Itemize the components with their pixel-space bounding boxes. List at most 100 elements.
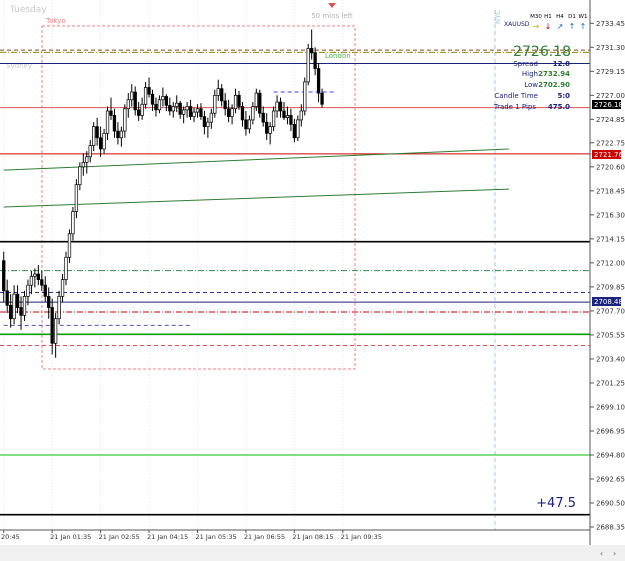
price-tick-label: 2694.80 bbox=[596, 451, 625, 459]
arrow-up-icon: ↑ bbox=[580, 22, 587, 31]
bear-candle bbox=[50, 307, 54, 344]
bear-candle bbox=[289, 115, 293, 125]
bull-candle bbox=[26, 284, 30, 297]
bear-candle bbox=[282, 110, 286, 119]
bull-candle bbox=[140, 103, 144, 116]
bull-candle bbox=[78, 166, 82, 186]
bull-candle bbox=[296, 119, 300, 139]
bear-candle bbox=[320, 92, 324, 105]
bull-candle bbox=[206, 121, 210, 127]
candle-time-value: 5:0 bbox=[557, 92, 570, 100]
arrow-up-right-icon: ↗ bbox=[557, 22, 564, 31]
price-tick-label: 2699.10 bbox=[596, 403, 625, 411]
bear-candle bbox=[116, 130, 120, 139]
london-session-label: London bbox=[325, 52, 351, 60]
time-tick-label: 21 Jan 09:35 bbox=[341, 533, 382, 541]
trade-pips-label: Trade 1 Pips bbox=[493, 103, 537, 111]
bull-candle bbox=[254, 92, 258, 107]
bear-candle bbox=[47, 296, 51, 308]
bull-candle bbox=[105, 110, 110, 134]
bull-candle bbox=[53, 318, 58, 344]
low-label: Low bbox=[524, 81, 538, 89]
bull-candle bbox=[74, 184, 79, 212]
trade-pips-value: 475.0 bbox=[548, 103, 570, 111]
price-tick-label: 2729.15 bbox=[596, 68, 625, 76]
time-tick-label: 21 Jan 06:55 bbox=[244, 533, 285, 541]
bear-candle bbox=[19, 307, 23, 316]
bull-candle bbox=[157, 99, 162, 111]
bear-candle bbox=[133, 91, 137, 111]
bull-candle bbox=[209, 112, 213, 123]
bear-candle bbox=[43, 284, 47, 297]
bull-candle bbox=[247, 119, 252, 130]
bull-candle bbox=[185, 106, 189, 111]
bear-candle bbox=[258, 92, 262, 114]
bull-candle bbox=[230, 108, 234, 117]
bull-candle bbox=[306, 48, 310, 83]
bear-candle bbox=[244, 119, 248, 130]
time-tick-label: 21 Jan 04:15 bbox=[147, 533, 188, 541]
bull-candle bbox=[161, 96, 165, 101]
price-tick-label: 2731.30 bbox=[596, 44, 625, 52]
bull-candle bbox=[130, 91, 134, 101]
bull-candle bbox=[268, 126, 272, 134]
price-tick-label: 2701.25 bbox=[596, 379, 625, 387]
price-tick-label: 2718.45 bbox=[596, 187, 625, 195]
session-timer: 50 mins left bbox=[311, 12, 353, 20]
big-price: 2726.18 bbox=[513, 44, 571, 60]
tf-h4-label: H4 bbox=[556, 14, 564, 20]
scroll-right-icon[interactable]: › bbox=[613, 549, 616, 558]
price-tick-label: 2714.15 bbox=[596, 235, 625, 243]
tf-d1-label: D1 bbox=[568, 14, 576, 20]
arrow-down-icon: ↓ bbox=[545, 22, 552, 31]
bear-candle bbox=[112, 115, 117, 132]
arrow-right-icon: → bbox=[533, 22, 540, 31]
price-tick-label: 2692.65 bbox=[596, 475, 625, 483]
price-tick-label: 2720.60 bbox=[596, 163, 625, 171]
bull-candle bbox=[213, 94, 217, 114]
bear-candle bbox=[265, 121, 269, 134]
bull-candle bbox=[92, 126, 96, 146]
price-tick-label: 2690.50 bbox=[596, 499, 625, 507]
bull-candle bbox=[71, 211, 75, 235]
bear-candle bbox=[220, 88, 224, 102]
scroll-left-icon[interactable]: ‹ bbox=[600, 549, 603, 558]
bull-candle bbox=[195, 108, 200, 113]
bear-candle bbox=[292, 124, 297, 139]
bull-candle bbox=[126, 99, 130, 110]
high-value: 2732.94 bbox=[538, 70, 570, 78]
bull-candle bbox=[216, 88, 220, 96]
price-tick-label: 2712.00 bbox=[596, 259, 625, 267]
scroll-bar[interactable]: ‹ › bbox=[0, 545, 625, 561]
bear-candle bbox=[237, 94, 241, 107]
blue-level-tag: 2708.48 bbox=[594, 298, 623, 306]
price-chart[interactable]: Tokyo Sydney London NYC 50 mins left 273… bbox=[0, 0, 625, 561]
bull-candle bbox=[119, 130, 124, 139]
time-tick-label: 21 Jan 01:35 bbox=[50, 533, 91, 541]
bear-candle bbox=[5, 290, 9, 306]
bull-candle bbox=[67, 233, 72, 258]
bear-candle bbox=[178, 102, 182, 115]
bull-candle bbox=[143, 87, 148, 105]
price-tick-label: 2703.40 bbox=[596, 355, 625, 363]
tf-h1-label: H1 bbox=[544, 14, 552, 20]
bull-candle bbox=[85, 156, 89, 163]
time-tick-label: 20:45 bbox=[1, 533, 20, 541]
bear-candle bbox=[261, 112, 265, 123]
spread-label: Spread bbox=[513, 60, 538, 68]
bear-candle bbox=[154, 103, 158, 111]
bull-candle bbox=[303, 81, 307, 112]
price-tick-label: 2727.00 bbox=[596, 92, 625, 100]
bear-candle bbox=[147, 87, 151, 95]
tf-w1-label: W1 bbox=[579, 14, 588, 20]
bear-candle bbox=[109, 110, 113, 116]
bull-candle bbox=[64, 256, 68, 280]
bear-candle bbox=[188, 106, 193, 117]
bull-candle bbox=[233, 94, 238, 110]
bear-candle bbox=[9, 304, 13, 320]
time-tick-label: 21 Jan 05:35 bbox=[195, 533, 236, 541]
price-tick-label: 2709.85 bbox=[596, 283, 625, 291]
bear-candle bbox=[98, 137, 103, 150]
time-tick-label: 21 Jan 02:55 bbox=[99, 533, 140, 541]
price-tick-label: 2707.70 bbox=[596, 307, 625, 315]
